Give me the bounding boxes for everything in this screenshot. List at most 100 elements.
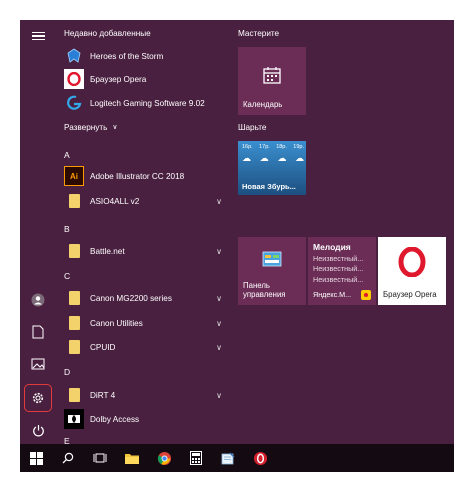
power-icon	[32, 424, 44, 436]
opera-taskbar-icon	[253, 451, 267, 465]
music-title: Мелодия	[313, 242, 351, 252]
expand-button[interactable]: Развернуть ∨	[64, 118, 224, 136]
app-label: Dolby Access	[90, 414, 140, 424]
opera-icon	[64, 69, 84, 89]
search-button[interactable]	[52, 444, 84, 472]
music-tile[interactable]: Мелодия Неизвестный... Неизвестный... Не…	[308, 237, 376, 305]
pictures-icon	[31, 358, 45, 370]
app-label: Браузер Opera	[90, 74, 147, 84]
settings-button[interactable]	[24, 384, 52, 412]
calculator-button[interactable]	[180, 444, 212, 472]
start-rail	[20, 20, 54, 444]
calendar-tile-label: Календарь	[243, 100, 283, 110]
list-item-heroes[interactable]: Heroes of the Storm	[64, 45, 224, 67]
expand-label: Развернуть	[64, 122, 108, 132]
weather-tile[interactable]: 16р. 17р. 18р. 19р. ☁ ☁ ☁ ☁ Новая Збурь...	[238, 141, 306, 195]
section-letter-d[interactable]: D	[64, 367, 70, 377]
yandex-music-icon	[361, 290, 371, 300]
heroes-of-the-storm-icon	[64, 46, 84, 66]
chevron-down-icon: ∨	[216, 293, 222, 303]
list-item-illustrator[interactable]: Ai Adobe Illustrator CC 2018	[64, 165, 224, 187]
notepad-button[interactable]	[212, 444, 244, 472]
document-icon	[32, 325, 44, 339]
task-view-button[interactable]	[84, 444, 116, 472]
opera-tile[interactable]: Браузер Opera	[378, 237, 446, 305]
list-item-cpuid[interactable]: CPUID ∨	[64, 336, 224, 358]
control-panel-icon	[262, 251, 282, 267]
search-icon	[62, 452, 74, 464]
weather-day: 16р.	[242, 144, 253, 150]
app-label: CPUID	[90, 342, 116, 352]
recently-added-title: Недавно добавленные	[64, 29, 151, 38]
group-title-masterite: Мастерите	[238, 29, 280, 38]
list-item-canon-mg[interactable]: Canon MG2200 series ∨	[64, 287, 224, 309]
adobe-illustrator-icon: Ai	[64, 166, 84, 186]
list-item-battlenet[interactable]: Battle.net ∨	[64, 240, 224, 262]
windows-logo-icon	[29, 451, 43, 465]
list-item-logitech[interactable]: Logitech Gaming Software 9.02	[64, 92, 224, 114]
app-label: Heroes of the Storm	[90, 51, 164, 61]
section-letter-a[interactable]: A	[64, 150, 70, 160]
chevron-down-icon: ∨	[216, 342, 222, 352]
section-letter-c[interactable]: C	[64, 271, 70, 281]
folder-icon	[64, 337, 84, 357]
weather-icons: ☁ ☁ ☁ ☁	[242, 153, 304, 164]
documents-button[interactable]	[24, 318, 52, 346]
calendar-icon	[263, 67, 281, 84]
file-explorer-button[interactable]	[116, 444, 148, 472]
list-item-canon-utilities[interactable]: Canon Utilities ∨	[64, 312, 224, 334]
user-avatar[interactable]	[24, 286, 52, 314]
app-label: Logitech Gaming Software 9.02	[90, 98, 205, 108]
cloud-rain-icon: ☁	[242, 153, 251, 163]
chrome-button[interactable]	[148, 444, 180, 472]
chevron-down-icon: ∨	[216, 246, 222, 256]
list-item-asio[interactable]: ASIO4ALL v2 ∨	[64, 190, 224, 212]
music-line: Неизвестный...	[313, 274, 364, 284]
folder-icon	[64, 288, 84, 308]
opera-gx-button[interactable]	[244, 444, 276, 472]
opera-tile-label: Браузер Opera	[383, 290, 437, 300]
folder-icon	[64, 241, 84, 261]
cloud-rain-icon: ☁	[259, 153, 269, 163]
cloud-rain-icon: ☁	[294, 153, 304, 163]
calendar-tile[interactable]: Календарь	[238, 47, 306, 115]
music-line: Неизвестный...	[313, 264, 364, 274]
gear-icon	[32, 392, 44, 404]
weather-day: 19р.	[293, 144, 304, 150]
app-label: Battle.net	[90, 246, 125, 256]
chevron-down-icon: ∨	[112, 124, 118, 131]
list-item-opera[interactable]: Браузер Opera	[64, 68, 224, 90]
chrome-icon	[157, 451, 171, 465]
opera-icon	[398, 247, 426, 277]
folder-icon	[125, 453, 139, 464]
dolby-icon	[64, 409, 84, 429]
weather-day: 17р.	[259, 144, 270, 150]
app-label: Canon MG2200 series	[90, 293, 172, 303]
chevron-down-icon: ∨	[216, 390, 222, 400]
start-button[interactable]	[20, 444, 52, 472]
folder-icon	[64, 191, 84, 211]
weather-location: Новая Збурь...	[242, 182, 296, 191]
power-button[interactable]	[24, 416, 52, 444]
music-line: Неизвестный...	[313, 254, 364, 263]
app-label: DiRT 4	[90, 390, 116, 400]
app-label: Canon Utilities	[90, 318, 143, 328]
user-icon	[31, 293, 45, 307]
music-lines: Неизвестный... Неизвестный... Неизвестны…	[313, 254, 363, 285]
notepad-icon	[221, 451, 235, 464]
app-label: ASIO4ALL v2	[90, 196, 140, 206]
weather-day: 18р.	[276, 144, 287, 150]
control-panel-tile[interactable]: Панель управления	[238, 237, 306, 305]
list-item-dolby[interactable]: Dolby Access	[64, 408, 224, 430]
menu-icon[interactable]	[24, 22, 52, 50]
folder-icon	[64, 385, 84, 405]
taskbar	[20, 444, 454, 472]
section-letter-b[interactable]: B	[64, 224, 70, 234]
pictures-button[interactable]	[24, 350, 52, 378]
list-item-dirt[interactable]: DiRT 4 ∨	[64, 384, 224, 406]
chevron-down-icon: ∨	[216, 196, 222, 206]
section-letter-e[interactable]: E	[64, 436, 70, 444]
folder-icon	[64, 313, 84, 333]
app-list: Недавно добавленные Heroes of the Storm …	[54, 20, 224, 444]
chevron-down-icon: ∨	[216, 318, 222, 328]
